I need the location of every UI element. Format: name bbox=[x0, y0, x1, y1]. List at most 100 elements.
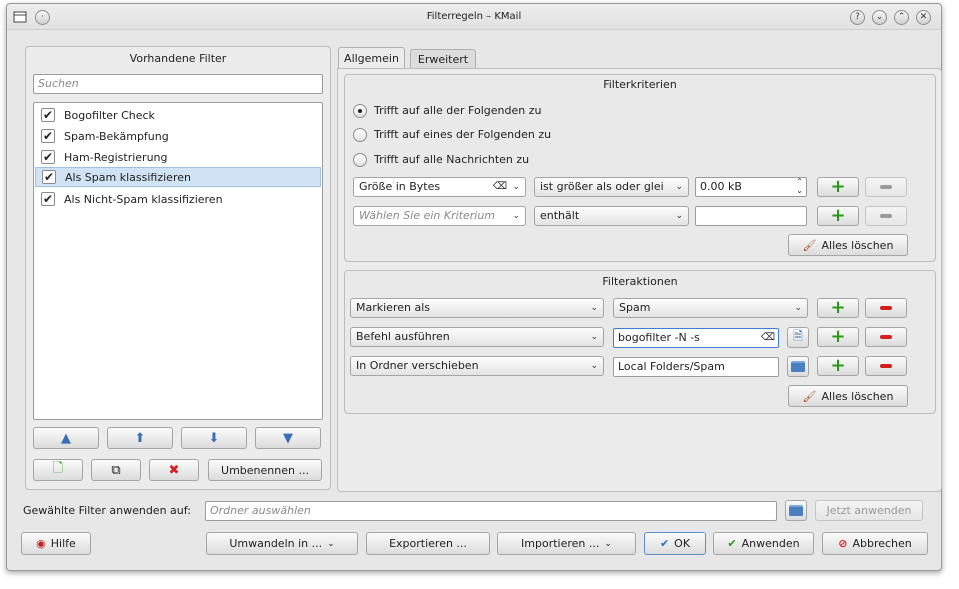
criteria-operator-combo[interactable]: ist größer als oder glei ⌄ bbox=[534, 177, 689, 197]
delete-filter-button[interactable]: ✖ bbox=[149, 459, 199, 481]
criteria-field-combo-2[interactable]: Wählen Sie ein Kriterium ⌄ bbox=[353, 206, 526, 226]
browse-command-button[interactable]: 🗎 bbox=[787, 327, 809, 348]
radio-match-everything[interactable] bbox=[353, 153, 367, 167]
clear-icon[interactable]: ⌫ bbox=[761, 329, 775, 347]
radio-match-all[interactable] bbox=[353, 104, 367, 118]
add-criterion-button-2[interactable]: + bbox=[817, 206, 859, 226]
filter-list-heading: Vorhandene Filter bbox=[129, 52, 227, 65]
clear-brush-icon: 🖌 bbox=[802, 389, 817, 403]
minus-icon bbox=[880, 364, 892, 368]
clear-brush-icon: 🖌 bbox=[802, 238, 817, 252]
cancel-icon: ⊘ bbox=[838, 537, 848, 550]
list-item[interactable]: ✔ Als Nicht-Spam klassifizieren bbox=[35, 189, 321, 209]
copy-filter-button[interactable]: ⧉ bbox=[91, 459, 141, 481]
move-up-button[interactable]: ⬆ bbox=[107, 427, 173, 449]
filter-list: ✔ Bogofilter Check ✔ Spam-Bekämpfung ✔ Ham-… bbox=[33, 102, 323, 420]
close-icon[interactable]: ✕ bbox=[916, 10, 931, 25]
move-bottom-button[interactable]: ▼ bbox=[255, 427, 321, 449]
new-document-icon: 🗋 bbox=[52, 461, 64, 476]
move-bottom-icon: ▼ bbox=[283, 430, 293, 446]
help-lifebuoy-icon: ◉ bbox=[36, 537, 46, 550]
radio-match-any[interactable] bbox=[353, 128, 367, 142]
criteria-field-combo[interactable]: Größe in Bytes ⌫ ⌄ bbox=[353, 177, 526, 197]
convert-button[interactable]: Umwandeln in ... ⌄ bbox=[206, 532, 358, 555]
arrow-down-icon: ⬇ bbox=[208, 430, 220, 446]
title-bar: · Filterregeln – KMail ? ⌄ ⌃ ✕ bbox=[7, 4, 941, 30]
move-top-icon: ▲ bbox=[61, 430, 71, 446]
remove-criterion-button-2[interactable] bbox=[865, 206, 907, 226]
list-item[interactable]: ✔ Bogofilter Check bbox=[35, 105, 321, 125]
checkbox[interactable]: ✔ bbox=[42, 170, 56, 184]
help-icon[interactable]: ? bbox=[850, 10, 865, 25]
remove-action-button-1[interactable] bbox=[865, 298, 907, 318]
apply-button[interactable]: ✔ Anwenden bbox=[713, 532, 814, 555]
tab-advanced[interactable]: Erweitert bbox=[410, 49, 476, 69]
add-action-button-2[interactable]: + bbox=[817, 327, 859, 347]
filter-label: Ham-Registrierung bbox=[64, 150, 168, 164]
action-combo-3[interactable]: In Ordner verschieben ⌄ bbox=[350, 356, 604, 376]
action-combo-2[interactable]: Befehl ausführen ⌄ bbox=[350, 327, 604, 347]
clear-criteria-button[interactable]: 🖌 Alles löschen bbox=[788, 234, 908, 256]
radio-match-all-label: Trifft auf alle der Folgenden zu bbox=[374, 104, 542, 117]
help-button[interactable]: ◉ Hilfe bbox=[21, 532, 91, 555]
list-item[interactable]: ✔ Spam-Bekämpfung bbox=[35, 126, 321, 146]
apply-now-button[interactable]: Jetzt anwenden bbox=[815, 500, 923, 521]
folder-icon bbox=[791, 361, 805, 372]
list-item[interactable]: ✔ Ham-Registrierung bbox=[35, 147, 321, 167]
target-folder-input[interactable]: Local Folders/Spam bbox=[613, 357, 779, 377]
size-spinbox[interactable]: 0.00 kB ⌃ ⌄ bbox=[695, 177, 807, 197]
minus-icon bbox=[880, 306, 892, 310]
folder-select-input[interactable]: Ordner auswählen bbox=[205, 501, 777, 521]
remove-action-button-2[interactable] bbox=[865, 327, 907, 347]
import-button[interactable]: Importieren ... ⌄ bbox=[497, 532, 636, 555]
ok-button[interactable]: ✔ OK bbox=[644, 532, 706, 555]
delete-icon: ✖ bbox=[168, 462, 180, 478]
chevron-down-icon: ⌄ bbox=[604, 538, 612, 549]
checkbox[interactable]: ✔ bbox=[41, 192, 55, 206]
plus-icon: + bbox=[830, 297, 846, 318]
list-item-selected[interactable]: ✔ Als Spam klassifizieren bbox=[35, 167, 321, 187]
radio-match-any-label: Trifft auf eines der Folgenden zu bbox=[374, 128, 552, 141]
plus-icon: + bbox=[830, 326, 846, 347]
criteria-heading: Filterkriterien bbox=[603, 78, 677, 91]
checkmark-icon: ✔ bbox=[727, 537, 737, 550]
move-top-button[interactable]: ▲ bbox=[33, 427, 99, 449]
add-action-button-3[interactable]: + bbox=[817, 356, 859, 376]
add-criterion-button[interactable]: + bbox=[817, 177, 859, 197]
tab-general[interactable]: Allgemein bbox=[338, 47, 405, 69]
action-combo-1[interactable]: Markieren als ⌄ bbox=[350, 298, 604, 318]
filter-label: Als Nicht-Spam klassifizieren bbox=[64, 192, 223, 206]
rename-button[interactable]: Umbenennen ... bbox=[208, 459, 322, 481]
window-title: Filterregeln – KMail bbox=[426, 11, 522, 22]
minus-icon bbox=[880, 335, 892, 339]
filter-label: Bogofilter Check bbox=[64, 108, 155, 122]
browse-folder-button[interactable] bbox=[787, 356, 809, 377]
criteria-operator-combo-2[interactable]: enthält ⌄ bbox=[534, 206, 689, 226]
cancel-button[interactable]: ⊘ Abbrechen bbox=[822, 532, 928, 555]
apply-label: Gewählte Filter anwenden auf: bbox=[23, 504, 191, 517]
remove-action-button-3[interactable] bbox=[865, 356, 907, 376]
new-filter-button[interactable]: 🗋 bbox=[33, 459, 83, 481]
remove-criterion-button[interactable] bbox=[865, 177, 907, 197]
checkbox[interactable]: ✔ bbox=[41, 108, 55, 122]
folder-icon bbox=[789, 505, 803, 516]
command-input[interactable]: bogofilter -N -s ⌫ bbox=[613, 328, 779, 348]
copy-icon: ⧉ bbox=[111, 462, 121, 478]
checkbox[interactable]: ✔ bbox=[41, 150, 55, 164]
action-value-combo-1[interactable]: Spam ⌄ bbox=[613, 298, 808, 318]
export-button[interactable]: Exportieren ... bbox=[366, 532, 490, 555]
criteria-value-input-2[interactable] bbox=[695, 206, 807, 226]
add-action-button-1[interactable]: + bbox=[817, 298, 859, 318]
maximize-icon[interactable]: ⌃ bbox=[894, 10, 909, 25]
chevron-down-icon: ⌄ bbox=[327, 538, 335, 549]
plus-icon: + bbox=[830, 205, 846, 226]
filter-search-input[interactable]: Suchen bbox=[33, 74, 323, 94]
minimize-icon[interactable]: ⌄ bbox=[872, 10, 887, 25]
select-folder-button[interactable] bbox=[785, 500, 807, 521]
actions-heading: Filteraktionen bbox=[602, 275, 678, 288]
move-down-button[interactable]: ⬇ bbox=[181, 427, 247, 449]
clear-actions-button[interactable]: 🖌 Alles löschen bbox=[788, 385, 908, 407]
clear-icon[interactable]: ⌫ bbox=[493, 178, 507, 196]
minus-icon bbox=[880, 185, 892, 189]
checkbox[interactable]: ✔ bbox=[41, 129, 55, 143]
